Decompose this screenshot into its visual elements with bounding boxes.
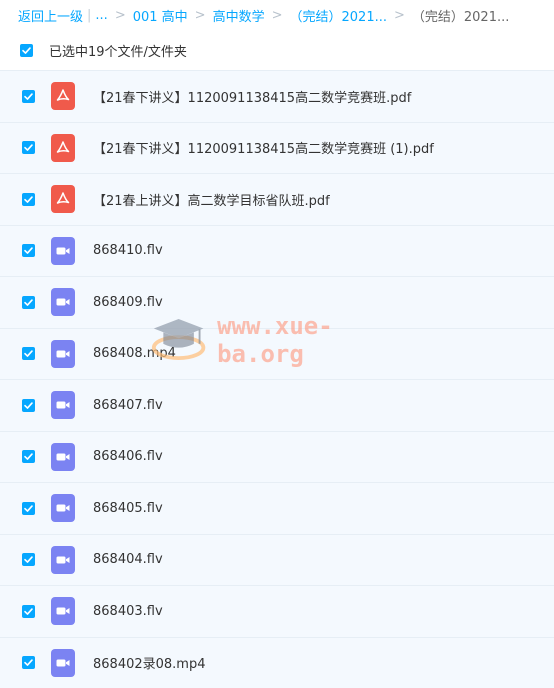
file-row[interactable]: 【21春下讲义】1120091138415高二数学竞赛班.pdf xyxy=(0,70,554,122)
file-checkbox[interactable] xyxy=(22,450,35,463)
pdf-file-icon xyxy=(51,185,75,213)
file-checkbox[interactable] xyxy=(22,90,35,103)
file-name[interactable]: 868403.flv xyxy=(93,604,163,619)
breadcrumb-current: （完结）2021... xyxy=(412,6,509,25)
camera-glyph xyxy=(55,603,71,619)
file-name[interactable]: 868405.flv xyxy=(93,501,163,516)
breadcrumb-item-math[interactable]: 高中数学 xyxy=(213,6,265,25)
file-row[interactable]: 868407.flv xyxy=(0,379,554,431)
file-checkbox[interactable] xyxy=(22,502,35,515)
pdf-glyph xyxy=(55,88,71,104)
check-icon xyxy=(23,297,34,308)
file-name[interactable]: 868409.flv xyxy=(93,295,163,310)
pdf-file-icon xyxy=(51,134,75,162)
file-checkbox[interactable] xyxy=(22,193,35,206)
file-name[interactable]: 868406.flv xyxy=(93,449,163,464)
video-file-icon xyxy=(51,288,75,316)
camera-glyph xyxy=(55,552,71,568)
file-name[interactable]: 【21春下讲义】1120091138415高二数学竞赛班.pdf xyxy=(93,87,411,106)
file-row[interactable]: 【21春下讲义】1120091138415高二数学竞赛班 (1).pdf xyxy=(0,122,554,174)
video-file-icon xyxy=(51,443,75,471)
file-row[interactable]: 868409.flv xyxy=(0,276,554,328)
camera-glyph xyxy=(55,294,71,310)
video-file-icon xyxy=(51,391,75,419)
camera-glyph xyxy=(55,346,71,362)
file-name[interactable]: 868407.flv xyxy=(93,398,163,413)
back-link[interactable]: 返回上一级 xyxy=(18,6,83,25)
file-checkbox[interactable] xyxy=(22,605,35,618)
selection-bar: 已选中19个文件/文件夹 xyxy=(0,30,554,70)
video-file-icon xyxy=(51,546,75,574)
file-name[interactable]: 868408.mp4 xyxy=(93,346,176,361)
video-file-icon xyxy=(51,340,75,368)
file-row[interactable]: 868408.mp4 xyxy=(0,328,554,380)
file-checkbox[interactable] xyxy=(22,553,35,566)
check-icon xyxy=(23,400,34,411)
breadcrumb: 返回上一级 | ... > 001 高中 > 高中数学 > （完结）2021..… xyxy=(0,0,554,30)
file-name[interactable]: 【21春下讲义】1120091138415高二数学竞赛班 (1).pdf xyxy=(93,138,434,157)
file-list: 【21春下讲义】1120091138415高二数学竞赛班.pdf 【21春下讲义】… xyxy=(0,70,554,688)
file-name[interactable]: 868410.flv xyxy=(93,243,163,258)
file-name[interactable]: 868402录08.mp4 xyxy=(93,653,206,672)
file-row[interactable]: 868403.flv xyxy=(0,585,554,637)
breadcrumb-item-high-school[interactable]: 001 高中 xyxy=(133,6,188,25)
check-icon xyxy=(23,194,34,205)
video-file-icon xyxy=(51,237,75,265)
video-file-icon xyxy=(51,649,75,677)
video-file-icon xyxy=(51,494,75,522)
camera-glyph xyxy=(55,397,71,413)
pdf-glyph xyxy=(55,140,71,156)
file-row[interactable]: 868402录08.mp4 xyxy=(0,637,554,688)
check-icon xyxy=(23,503,34,514)
pdf-file-icon xyxy=(51,82,75,110)
camera-glyph xyxy=(55,449,71,465)
file-name[interactable]: 868404.flv xyxy=(93,552,163,567)
selection-count-label: 已选中19个文件/文件夹 xyxy=(49,41,187,60)
breadcrumb-ellipsis[interactable]: ... xyxy=(95,8,107,23)
file-checkbox[interactable] xyxy=(22,244,35,257)
select-all-checkbox[interactable] xyxy=(20,44,33,57)
check-icon xyxy=(23,348,34,359)
breadcrumb-separator: > xyxy=(195,8,206,23)
camera-glyph xyxy=(55,655,71,671)
pdf-glyph xyxy=(55,191,71,207)
file-checkbox[interactable] xyxy=(22,347,35,360)
check-icon xyxy=(23,606,34,617)
camera-glyph xyxy=(55,500,71,516)
file-name[interactable]: 【21春上讲义】高二数学目标省队班.pdf xyxy=(93,190,330,209)
check-icon xyxy=(23,657,34,668)
check-icon xyxy=(23,554,34,565)
file-row[interactable]: 868404.flv xyxy=(0,534,554,586)
file-row[interactable]: 868410.flv xyxy=(0,225,554,277)
breadcrumb-item-course[interactable]: （完结）2021... xyxy=(290,6,387,25)
file-row[interactable]: 868406.flv xyxy=(0,431,554,483)
file-checkbox[interactable] xyxy=(22,296,35,309)
file-checkbox[interactable] xyxy=(22,399,35,412)
file-checkbox[interactable] xyxy=(22,141,35,154)
check-icon xyxy=(21,45,32,56)
check-icon xyxy=(23,245,34,256)
file-checkbox[interactable] xyxy=(22,656,35,669)
breadcrumb-separator: > xyxy=(272,8,283,23)
check-icon xyxy=(23,451,34,462)
breadcrumb-divider: | xyxy=(87,8,91,23)
file-row[interactable]: 868405.flv xyxy=(0,482,554,534)
breadcrumb-separator: > xyxy=(115,8,126,23)
camera-glyph xyxy=(55,243,71,259)
check-icon xyxy=(23,91,34,102)
video-file-icon xyxy=(51,597,75,625)
breadcrumb-separator: > xyxy=(394,8,405,23)
check-icon xyxy=(23,142,34,153)
file-row[interactable]: 【21春上讲义】高二数学目标省队班.pdf xyxy=(0,173,554,225)
